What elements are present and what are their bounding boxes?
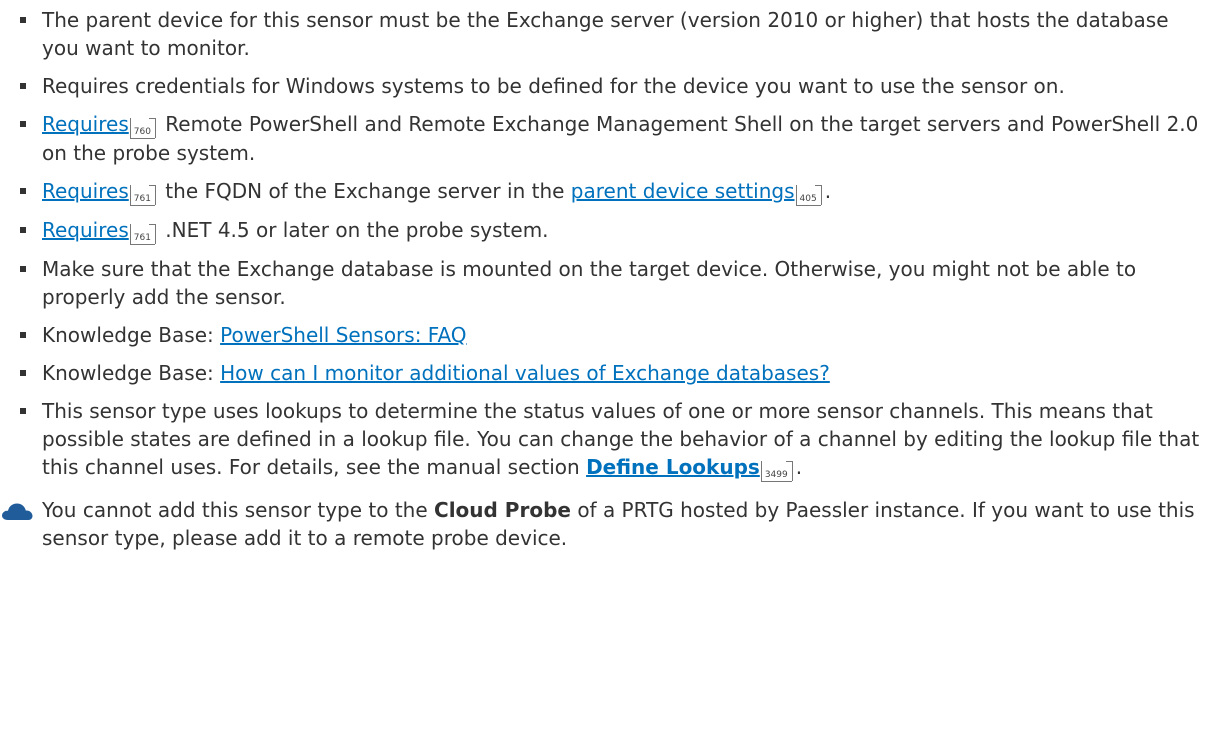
list-item-text: Remote PowerShell and Remote Exchange Ma… <box>42 112 1199 165</box>
requires-link[interactable]: Requires <box>42 218 129 242</box>
list-item: Requires credentials for Windows systems… <box>0 72 1202 100</box>
parent-device-settings-link[interactable]: parent device settings <box>571 179 795 203</box>
list-item: This sensor type uses lookups to determi… <box>0 397 1202 482</box>
list-item: Requires 761 the FQDN of the Exchange ser… <box>0 177 1202 206</box>
page-reference[interactable]: 3499 <box>760 461 793 482</box>
cloud-probe-label: Cloud Probe <box>434 498 571 522</box>
list-item-text: Make sure that the Exchange database is … <box>42 257 1137 309</box>
list-item-text: . <box>795 455 803 479</box>
page-reference[interactable]: 761 <box>129 185 157 206</box>
page-reference[interactable]: 760 <box>129 118 157 139</box>
list-item-text: . <box>824 179 832 203</box>
list-item: Make sure that the Exchange database is … <box>0 255 1202 311</box>
exchange-databases-kb-link[interactable]: How can I monitor additional values of E… <box>220 361 830 385</box>
list-item: Knowledge Base: How can I monitor additi… <box>0 359 1202 387</box>
page-reference[interactable]: 405 <box>795 185 822 206</box>
list-item-text: the FQDN of the Exchange server in the <box>165 179 565 203</box>
requires-link[interactable]: Requires <box>42 112 129 136</box>
document-page: The parent device for this sensor must b… <box>0 0 1210 733</box>
knowledge-base-label: Knowledge Base: <box>42 323 214 347</box>
list-item: Requires 761 .NET 4.5 or later on the pro… <box>0 216 1202 245</box>
list-item-text: .NET 4.5 or later on the probe system. <box>165 218 549 242</box>
cloud-icon <box>2 503 33 520</box>
define-lookups-link[interactable]: Define Lookups <box>586 455 760 479</box>
page-reference[interactable]: 761 <box>129 224 157 245</box>
note-text: You cannot add this sensor type to the <box>42 498 428 522</box>
powershell-faq-link[interactable]: PowerShell Sensors: FAQ <box>220 323 466 347</box>
knowledge-base-label: Knowledge Base: <box>42 361 214 385</box>
list-item-text: The parent device for this sensor must b… <box>42 8 1169 60</box>
list-item: The parent device for this sensor must b… <box>0 6 1202 62</box>
cloud-probe-note: You cannot add this sensor type to the C… <box>0 496 1202 552</box>
list-item: Requires 760 Remote PowerShell and Remote… <box>0 110 1202 167</box>
requirements-list: The parent device for this sensor must b… <box>0 6 1202 482</box>
list-item: Knowledge Base: PowerShell Sensors: FAQ <box>0 321 1202 349</box>
requires-link[interactable]: Requires <box>42 179 129 203</box>
list-item-text: Requires credentials for Windows systems… <box>42 74 1065 98</box>
